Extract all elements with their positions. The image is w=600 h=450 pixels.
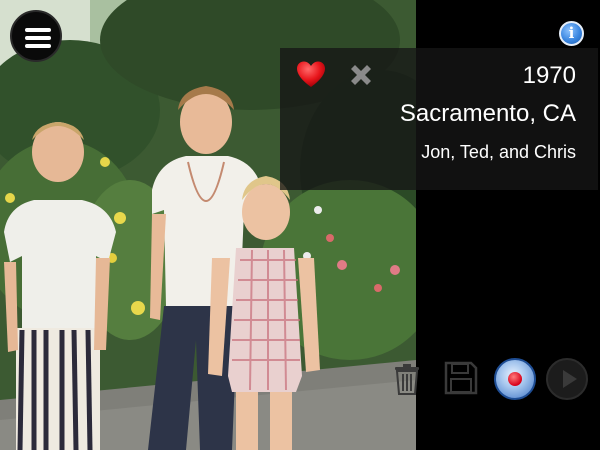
menu-icon-bar-top <box>25 28 51 32</box>
menu-icon-bar-bottom <box>25 44 51 48</box>
save-icon-graphic <box>444 361 478 395</box>
photo-year: 1970 <box>522 62 576 89</box>
photo-info-banner: 1970 Sacramento, CA Jon, Ted, and Chris <box>280 48 598 190</box>
info-icon[interactable] <box>559 21 584 46</box>
photo-people: Jon, Ted, and Chris <box>421 142 576 162</box>
trash-icon[interactable] <box>392 362 422 396</box>
menu-button[interactable] <box>10 10 62 62</box>
menu-icon-bar-middle <box>25 36 51 40</box>
close-icon-graphic <box>351 65 371 85</box>
heart-icon-graphic <box>297 61 325 87</box>
save-icon[interactable] <box>444 361 478 395</box>
play-icon[interactable] <box>546 358 588 400</box>
close-icon[interactable] <box>346 60 376 90</box>
record-icon[interactable] <box>494 358 536 400</box>
photo-location: Sacramento, CA <box>399 100 576 127</box>
trash-icon-graphic <box>395 364 419 395</box>
heart-icon[interactable] <box>296 60 326 90</box>
